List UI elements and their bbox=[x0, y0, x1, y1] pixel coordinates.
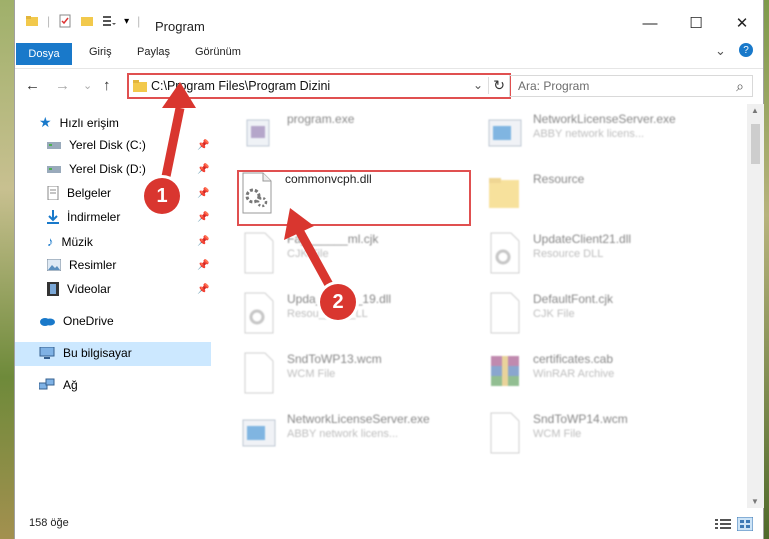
arrow-to-file bbox=[296, 229, 337, 295]
annotation-arrows bbox=[157, 82, 337, 295]
step-2-badge: 2 bbox=[320, 284, 356, 320]
step-1-badge: 1 bbox=[144, 178, 180, 214]
arrow-head-1 bbox=[162, 82, 196, 108]
